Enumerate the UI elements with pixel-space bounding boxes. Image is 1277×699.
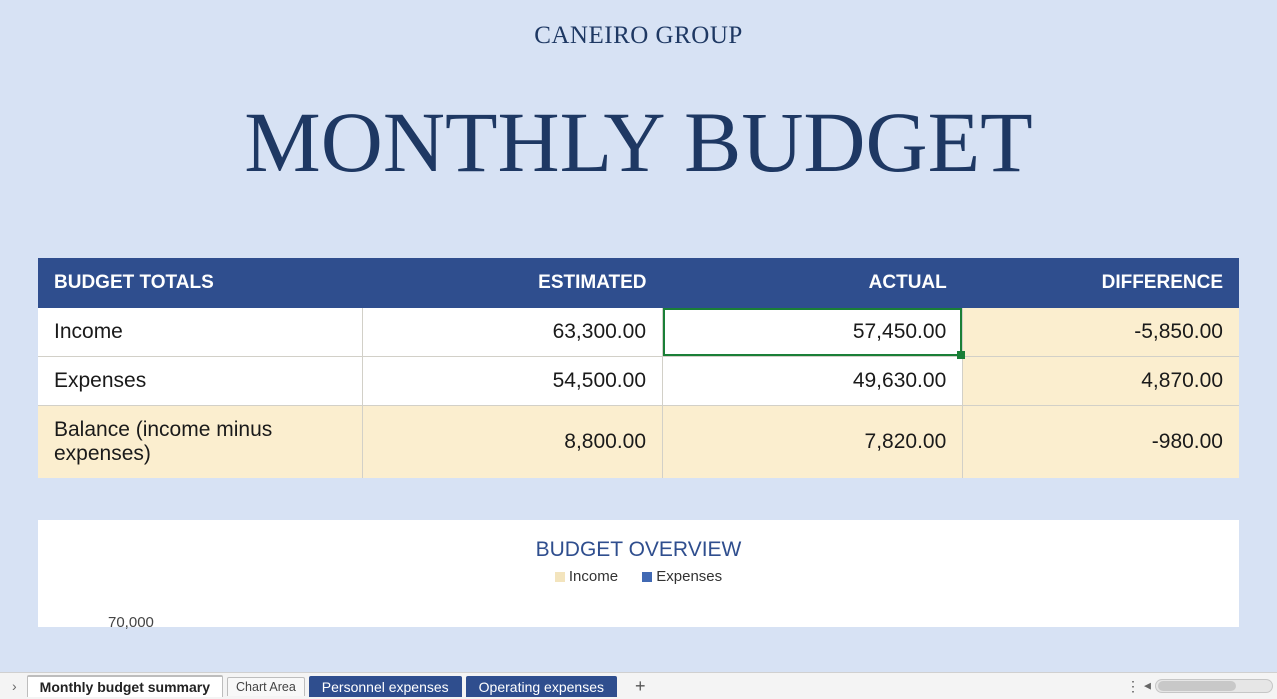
cell-estimated[interactable]: 63,300.00 [362, 308, 662, 357]
add-sheet-button[interactable]: + [621, 676, 660, 697]
y-axis-tick: 70,000 [108, 614, 154, 631]
cell-label[interactable]: Income [38, 308, 362, 357]
cell-actual[interactable]: 49,630.00 [663, 357, 963, 406]
chart-title: BUDGET OVERVIEW [58, 538, 1219, 562]
cell-label[interactable]: Expenses [38, 357, 362, 406]
legend-swatch-income [555, 572, 565, 582]
scrollbar-thumb[interactable] [1158, 681, 1236, 691]
tab-personnel-expenses[interactable]: Personnel expenses [309, 676, 462, 697]
cell-actual[interactable]: 7,820.00 [663, 406, 963, 479]
tab-chart-area[interactable]: Chart Area [227, 677, 305, 696]
legend-item-income: Income [555, 568, 618, 585]
sheet-tab-bar: › Monthly budget summary Chart Area Pers… [0, 672, 1277, 699]
budget-totals-table: BUDGET TOTALS ESTIMATED ACTUAL DIFFERENC… [38, 258, 1239, 478]
table-row: Expenses 54,500.00 49,630.00 4,870.00 [38, 357, 1239, 406]
scroll-left-icon[interactable]: ◀ [1144, 681, 1151, 692]
tab-menu-icon[interactable]: ⋮ [1120, 678, 1147, 695]
legend-item-expenses: Expenses [642, 568, 722, 585]
sheet-nav-right-icon[interactable]: › [6, 678, 23, 694]
cell-label[interactable]: Balance (income minus expenses) [38, 406, 362, 479]
col-header-actual[interactable]: ACTUAL [663, 258, 963, 308]
chart-legend: Income Expenses [58, 568, 1219, 585]
cell-estimated[interactable]: 54,500.00 [362, 357, 662, 406]
cell-difference[interactable]: -5,850.00 [963, 308, 1239, 357]
legend-swatch-expenses [642, 572, 652, 582]
chart-card[interactable]: BUDGET OVERVIEW Income Expenses 70,000 [38, 520, 1239, 627]
cell-difference[interactable]: -980.00 [963, 406, 1239, 479]
tab-monthly-budget-summary[interactable]: Monthly budget summary [27, 675, 223, 697]
tab-operating-expenses[interactable]: Operating expenses [466, 676, 617, 697]
col-header-estimated[interactable]: ESTIMATED [362, 258, 662, 308]
col-header-difference[interactable]: DIFFERENCE [963, 258, 1239, 308]
company-name: CANEIRO GROUP [38, 0, 1239, 50]
cell-actual[interactable]: 57,450.00 [663, 308, 963, 357]
horizontal-scrollbar[interactable]: ◀ ▶ [1155, 679, 1273, 693]
table-row: Balance (income minus expenses) 8,800.00… [38, 406, 1239, 479]
cell-difference[interactable]: 4,870.00 [963, 357, 1239, 406]
legend-label: Expenses [656, 568, 722, 585]
legend-label: Income [569, 568, 618, 585]
page-title: MONTHLY BUDGET [38, 50, 1239, 192]
cell-estimated[interactable]: 8,800.00 [362, 406, 662, 479]
table-row: Income 63,300.00 57,450.00 -5,850.00 [38, 308, 1239, 357]
col-header-label[interactable]: BUDGET TOTALS [38, 258, 362, 308]
